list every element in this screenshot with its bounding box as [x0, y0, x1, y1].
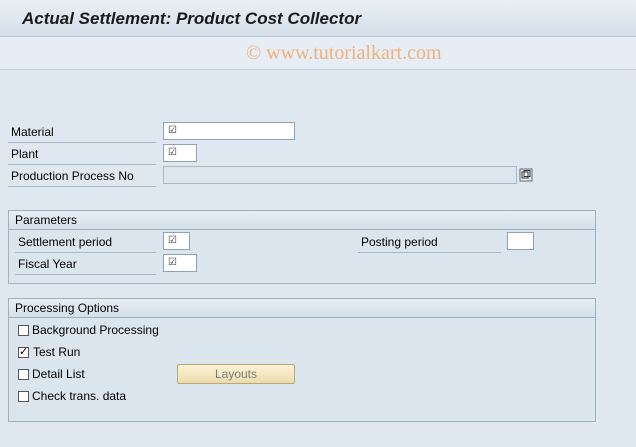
- settlement-period-label: Settlement period: [15, 232, 156, 253]
- plant-label: Plant: [8, 144, 156, 165]
- application-toolbar: © www.tutorialkart.com: [0, 37, 636, 70]
- material-label: Material: [8, 122, 156, 143]
- production-process-label: Production Process No: [8, 166, 156, 187]
- background-processing-checkbox[interactable]: [18, 325, 29, 336]
- material-input[interactable]: ☑: [163, 122, 295, 140]
- required-checkmark-icon: ☑: [168, 125, 177, 136]
- posting-period-label: Posting period: [358, 232, 501, 253]
- settlement-period-input[interactable]: ☑: [163, 232, 190, 250]
- watermark-text: © www.tutorialkart.com: [246, 42, 442, 64]
- production-process-input[interactable]: [163, 166, 517, 184]
- fiscal-year-label: Fiscal Year: [15, 254, 156, 275]
- test-run-label: Test Run: [33, 345, 81, 359]
- title-bar: Actual Settlement: Product Cost Collecto…: [0, 0, 636, 37]
- check-trans-data-label: Check trans. data: [32, 389, 127, 403]
- possible-entries-icon[interactable]: [519, 168, 533, 182]
- fiscal-year-input[interactable]: ☑: [163, 254, 197, 272]
- detail-list-label: Detail List: [32, 367, 85, 381]
- required-checkmark-icon: ☑: [168, 235, 177, 246]
- check-trans-data-checkbox[interactable]: [18, 391, 29, 402]
- layouts-button[interactable]: Layouts: [177, 364, 295, 384]
- test-run-checkbox[interactable]: ✓: [18, 347, 29, 358]
- required-checkmark-icon: ☑: [168, 257, 177, 268]
- posting-period-input[interactable]: [507, 232, 534, 250]
- page-title: Actual Settlement: Product Cost Collecto…: [22, 9, 362, 28]
- parameters-heading: Parameters: [9, 211, 595, 230]
- background-processing-label: Background Processing: [32, 323, 159, 337]
- selection-screen: Material ☑ Plant ☑ Production Process No…: [0, 70, 636, 447]
- detail-list-checkbox[interactable]: [18, 369, 29, 380]
- processing-options-heading: Processing Options: [9, 299, 595, 318]
- plant-input[interactable]: ☑: [163, 144, 197, 162]
- required-checkmark-icon: ☑: [168, 147, 177, 158]
